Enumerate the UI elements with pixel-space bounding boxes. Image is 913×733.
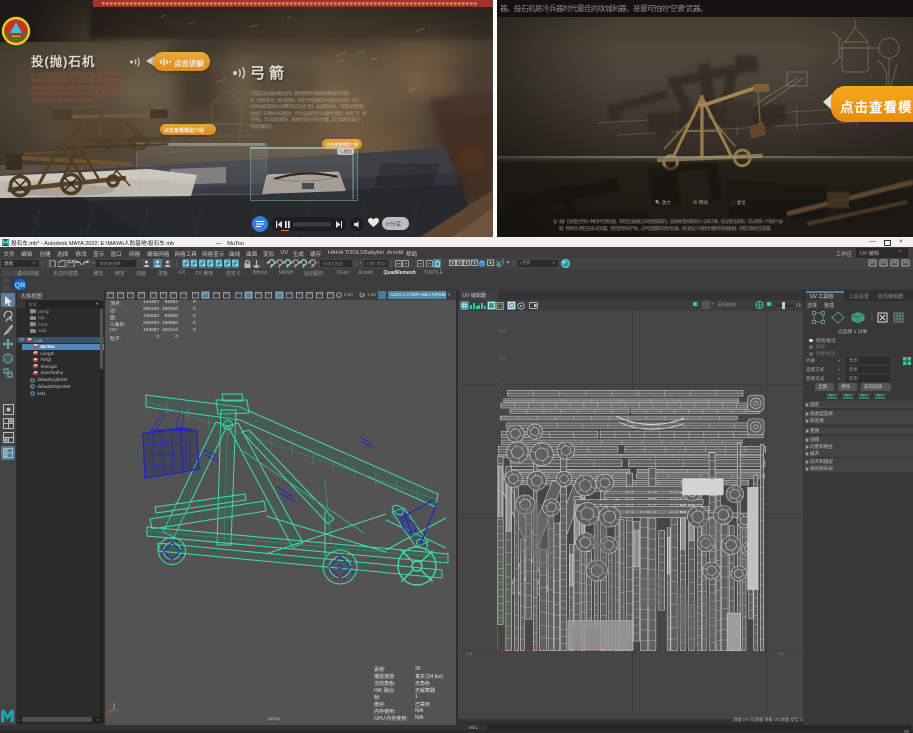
svg-text:QR: QR bbox=[15, 282, 26, 289]
